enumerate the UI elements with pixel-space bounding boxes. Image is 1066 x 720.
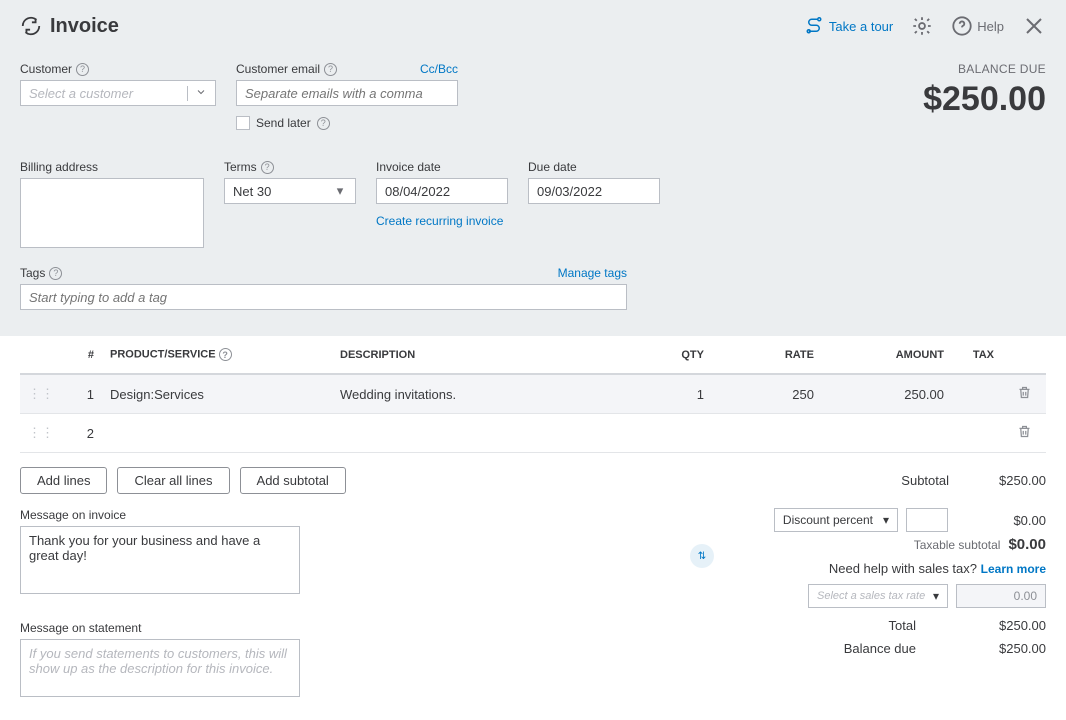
trash-icon (1017, 424, 1032, 439)
col-rate: RATE (712, 336, 822, 374)
customer-select[interactable]: Select a customer (20, 80, 216, 106)
subtotal-value: $250.00 (999, 473, 1046, 488)
balance-due-label: Balance due (844, 641, 916, 656)
taxable-subtotal-label: Taxable subtotal (914, 538, 1001, 552)
help-icon[interactable]: ? (324, 63, 337, 76)
send-later-checkbox[interactable] (236, 116, 250, 130)
discount-value-input[interactable] (906, 508, 948, 532)
clear-all-button[interactable]: Clear all lines (117, 467, 229, 494)
col-desc: DESCRIPTION (332, 336, 622, 374)
due-date-label: Due date (528, 160, 660, 174)
total-value: $250.00 (956, 618, 1046, 633)
gear-icon (911, 15, 933, 37)
billing-address-input[interactable] (20, 178, 204, 248)
col-amount: AMOUNT (822, 336, 952, 374)
caret-down-icon: ▾ (883, 513, 889, 527)
taxable-subtotal-value: $0.00 (1008, 536, 1046, 553)
delete-row-button[interactable] (1002, 414, 1046, 453)
message-statement-input[interactable]: If you send statements to customers, thi… (20, 639, 300, 697)
tax-amount: 0.00 (956, 584, 1046, 608)
table-row[interactable]: ⋮⋮ 2 (20, 414, 1046, 453)
caret-down-icon: ▾ (327, 183, 347, 199)
tags-label: Tags ? Manage tags (20, 266, 627, 280)
send-later-label: Send later (256, 116, 311, 130)
balance-due-value: $250.00 (956, 641, 1046, 656)
message-invoice-label: Message on invoice (20, 508, 300, 522)
route-icon (805, 17, 823, 35)
swap-icon[interactable]: ⇅ (690, 544, 714, 568)
tags-input[interactable] (20, 284, 627, 310)
learn-more-link[interactable]: Learn more (981, 562, 1046, 576)
table-row[interactable]: ⋮⋮ 1 Design:Services Wedding invitations… (20, 374, 1046, 414)
discount-type-select[interactable]: Discount percent ▾ (774, 508, 898, 532)
help-icon[interactable]: ? (76, 63, 89, 76)
terms-select[interactable]: Net 30 ▾ (224, 178, 356, 204)
col-tax: TAX (952, 336, 1002, 374)
discount-amount: $0.00 (956, 513, 1046, 528)
invoice-date-label: Invoice date (376, 160, 508, 174)
balance-due-amount: $250.00 (923, 80, 1046, 119)
page-title: Invoice (20, 15, 119, 38)
email-label: Customer email ? Cc/Bcc (236, 62, 458, 76)
recurring-invoice-link[interactable]: Create recurring invoice (376, 214, 508, 228)
add-lines-button[interactable]: Add lines (20, 467, 107, 494)
email-input[interactable] (236, 80, 458, 106)
manage-tags-link[interactable]: Manage tags (558, 266, 627, 280)
take-tour-link[interactable]: Take a tour (805, 17, 893, 35)
message-invoice-input[interactable]: Thank you for your business and have a g… (20, 526, 300, 594)
trash-icon (1017, 385, 1032, 400)
delete-row-button[interactable] (1002, 374, 1046, 414)
add-subtotal-button[interactable]: Add subtotal (240, 467, 346, 494)
sales-tax-help-text: Need help with sales tax? (829, 561, 977, 576)
help-button[interactable]: Help (951, 15, 1004, 37)
col-product: PRODUCT/SERVICE ? (102, 336, 332, 374)
help-icon (951, 15, 973, 37)
due-date-input[interactable] (528, 178, 660, 204)
help-icon[interactable]: ? (219, 348, 232, 361)
close-button[interactable] (1022, 14, 1046, 38)
caret-down-icon: ▾ (933, 589, 939, 603)
cc-bcc-link[interactable]: Cc/Bcc (420, 62, 458, 76)
chevron-down-icon (187, 86, 207, 101)
settings-button[interactable] (911, 15, 933, 37)
tax-rate-select[interactable]: Select a sales tax rate ▾ (808, 584, 948, 608)
balance-due-label: BALANCE DUE (923, 62, 1046, 76)
help-icon[interactable]: ? (49, 267, 62, 280)
close-icon (1022, 14, 1046, 38)
drag-handle-icon[interactable]: ⋮⋮ (20, 414, 62, 453)
drag-handle-icon[interactable]: ⋮⋮ (20, 374, 62, 414)
col-num: # (62, 336, 102, 374)
invoice-cycle-icon (20, 15, 42, 37)
message-statement-label: Message on statement (20, 621, 300, 635)
invoice-date-input[interactable] (376, 178, 508, 204)
customer-label: Customer ? (20, 62, 216, 76)
subtotal-label: Subtotal (901, 473, 949, 488)
col-qty: QTY (622, 336, 712, 374)
help-icon[interactable]: ? (317, 117, 330, 130)
total-label: Total (889, 618, 916, 633)
terms-label: Terms ? (224, 160, 356, 174)
help-icon[interactable]: ? (261, 161, 274, 174)
billing-label: Billing address (20, 160, 204, 174)
